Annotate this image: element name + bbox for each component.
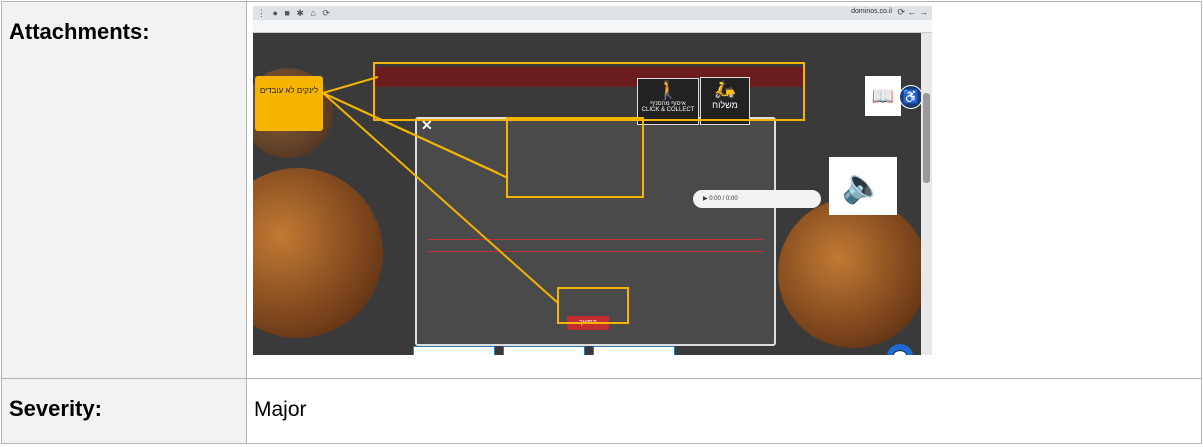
nav-arrows-icon: ⟳ ← → (897, 7, 928, 17)
website-page: ✕ המשך 🚶 איסוף מהסניף CLICK & COLLECT 🛵 … (253, 33, 928, 355)
severity-row: Severity: Major (1, 378, 1202, 444)
severity-label: Severity: (9, 396, 102, 421)
severity-value: Major (254, 398, 307, 421)
attachments-label-cell: Attachments: (1, 1, 247, 379)
arrow (322, 92, 499, 174)
arrow (322, 92, 559, 304)
browser-toolbar: ⋮ ● ■ ✱ ⌂ ⟳ dominos.co.il ⟳ ← → (253, 6, 932, 20)
annotation-arrows (322, 76, 559, 304)
bookmarks-bar (253, 20, 932, 33)
scrollbar[interactable] (921, 33, 932, 355)
address-bar: dominos.co.il (851, 8, 892, 15)
severity-value-cell: Major (246, 378, 1202, 444)
scroll-thumb[interactable] (923, 93, 930, 183)
attachments-label: Attachments: (9, 19, 150, 44)
arrow (322, 76, 379, 94)
browser-tab-icons: ⋮ ● ■ ✱ ⌂ ⟳ (257, 8, 332, 18)
attached-screenshot: ⋮ ● ■ ✱ ⌂ ⟳ dominos.co.il ⟳ ← → ✕ המשך 🚶… (253, 6, 932, 355)
severity-label-cell: Severity: (1, 378, 247, 444)
